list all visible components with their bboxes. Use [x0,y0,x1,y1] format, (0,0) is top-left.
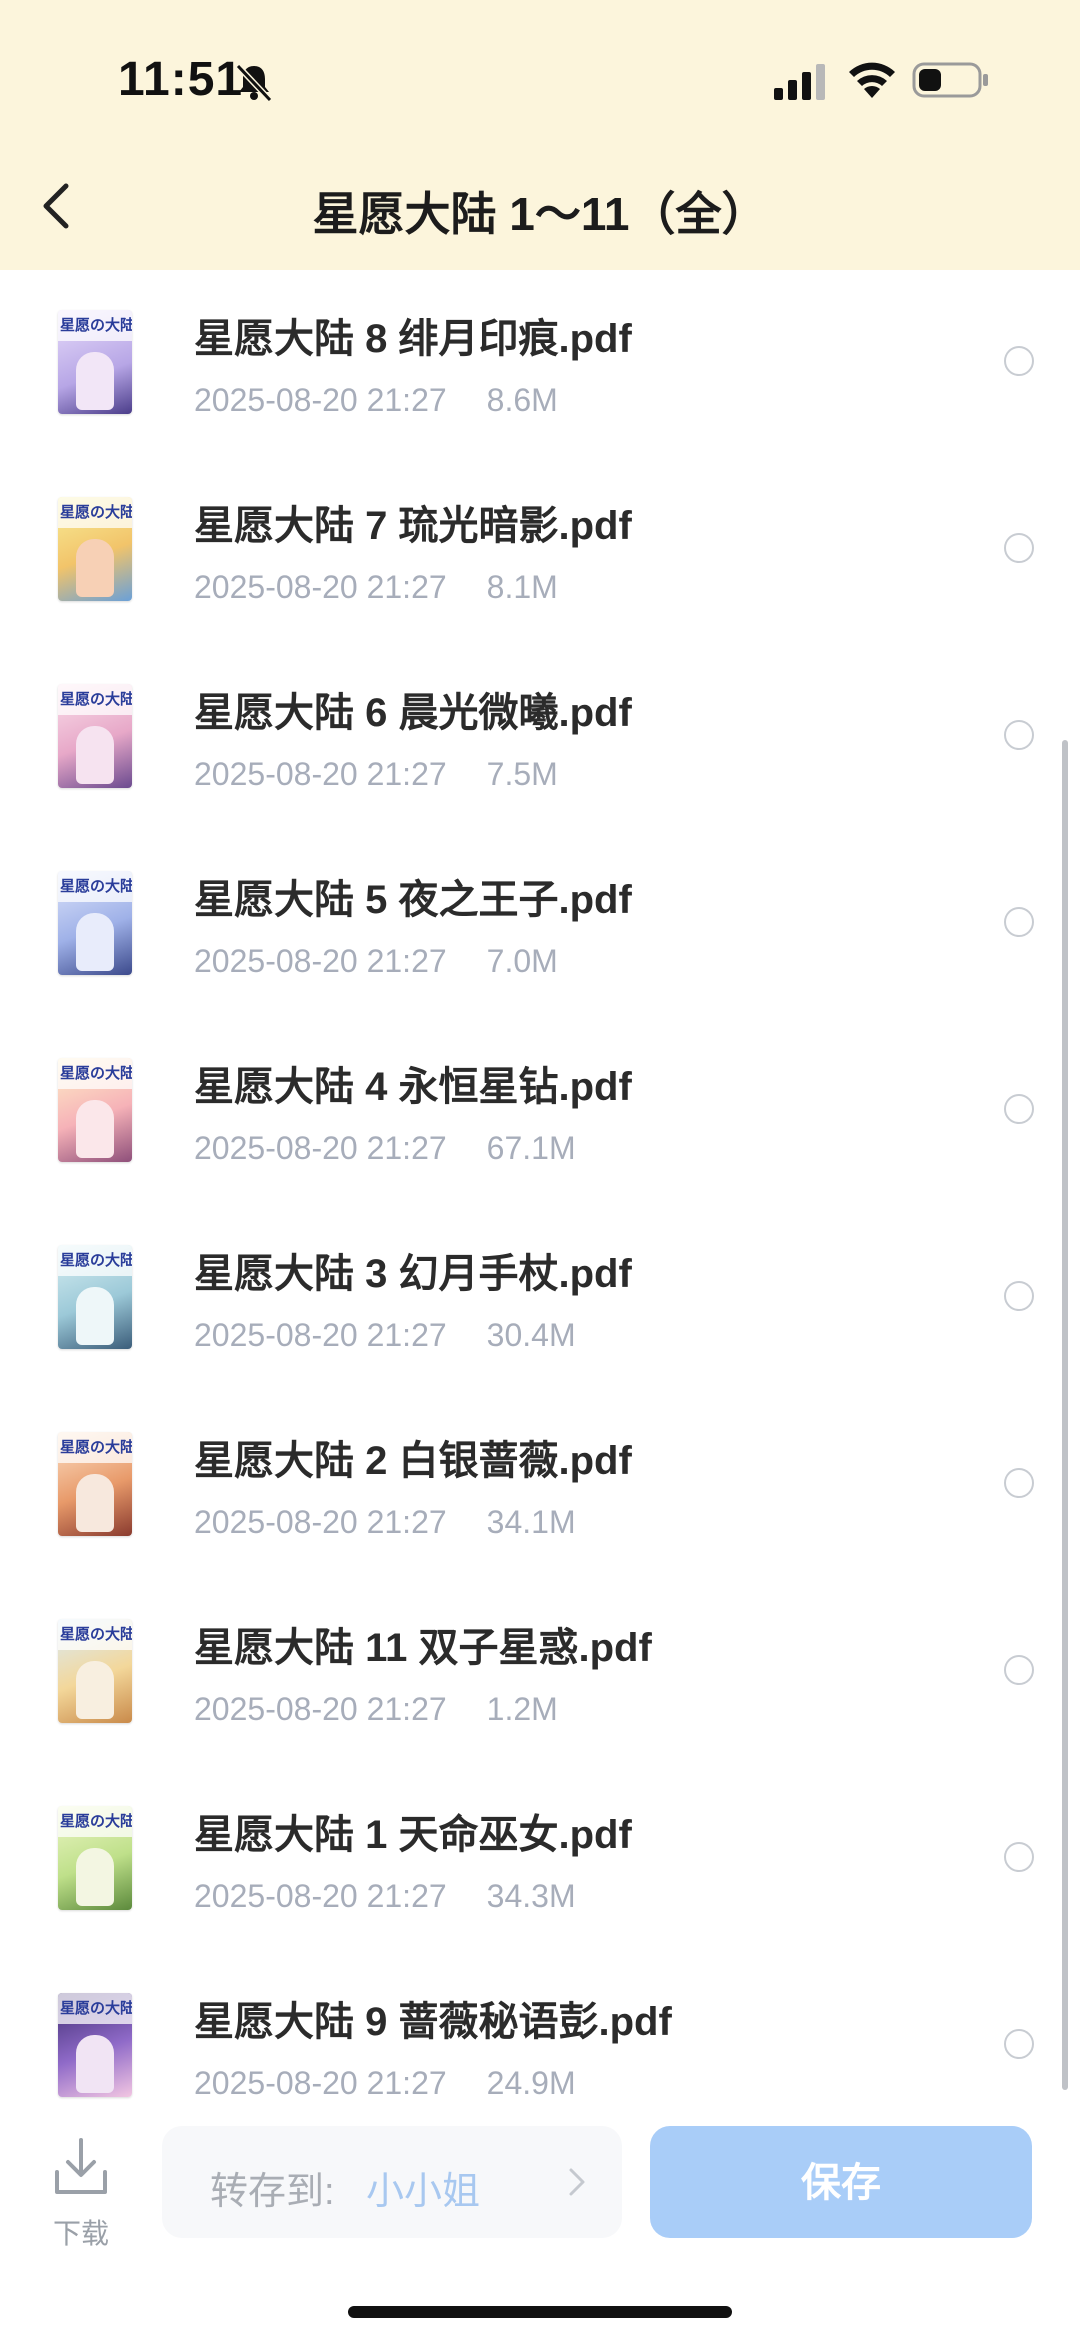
file-meta: 2025-08-20 21:27 7.5M [194,756,558,793]
list-item[interactable]: 星愿の大陆 星愿大陆 11 双子星惑.pdf 2025-08-20 21:27 1… [0,1579,1080,1766]
download-label: 下载 [52,2218,109,2249]
list-item[interactable]: 星愿の大陆 星愿大陆 5 夜之王子.pdf 2025-08-20 21:27 7.… [0,831,1080,1018]
select-radio[interactable] [1004,1094,1034,1124]
file-list[interactable]: 星愿の大陆 星愿大陆 8 绯月印痕.pdf 2025-08-20 21:27 8.… [0,270,1080,2102]
select-radio[interactable] [1004,1655,1034,1685]
download-icon [55,2138,107,2194]
pdf-thumbnail: 星愿の大陆 [58,1058,132,1162]
file-date: 2025-08-20 21:27 [194,569,447,605]
file-meta: 2025-08-20 21:27 34.3M [194,1878,576,1915]
file-size: 34.3M [486,1878,576,1914]
file-name: 星愿大陆 7 琉光暗影.pdf [194,504,632,548]
list-item[interactable]: 星愿の大陆 星愿大陆 7 琉光暗影.pdf 2025-08-20 21:27 8.… [0,457,1080,644]
file-date: 2025-08-20 21:27 [194,756,447,792]
file-name: 星愿大陆 11 双子星惑.pdf [194,1626,652,1670]
file-meta: 2025-08-20 21:27 67.1M [194,1130,576,1167]
save-to-label: 转存到: [210,2171,335,2213]
pdf-thumbnail: 星愿の大陆 [58,684,132,788]
select-radio[interactable] [1004,907,1034,937]
file-size: 7.5M [486,756,558,792]
save-to-selector[interactable]: 转存到: 小小姐 [162,2126,622,2238]
file-size: 34.1M [486,1504,576,1540]
file-date: 2025-08-20 21:27 [194,1317,447,1353]
list-item[interactable]: 星愿の大陆 星愿大陆 6 晨光微曦.pdf 2025-08-20 21:27 7.… [0,644,1080,831]
file-size: 8.1M [486,569,558,605]
select-radio[interactable] [1004,533,1034,563]
silent-bell-icon [235,63,273,103]
list-item[interactable]: 星愿の大陆 星愿大陆 9 蔷薇秘语彭.pdf 2025-08-20 21:27 2… [0,1953,1080,2102]
file-meta: 2025-08-20 21:27 8.1M [194,569,558,606]
list-item[interactable]: 星愿の大陆 星愿大陆 4 永恒星钻.pdf 2025-08-20 21:27 67… [0,1018,1080,1205]
file-size: 24.9M [486,2065,576,2101]
pdf-thumbnail: 星愿の大陆 [58,497,132,601]
file-size: 67.1M [486,1130,576,1166]
file-meta: 2025-08-20 21:27 7.0M [194,943,558,980]
file-name: 星愿大陆 8 绯月印痕.pdf [194,317,632,361]
pdf-thumbnail: 星愿の大陆 [58,1245,132,1349]
file-name: 星愿大陆 4 永恒星钻.pdf [194,1065,632,1109]
scrollbar[interactable] [1062,740,1068,2090]
file-date: 2025-08-20 21:27 [194,1504,447,1540]
file-date: 2025-08-20 21:27 [194,943,447,979]
pdf-thumbnail: 星愿の大陆 [58,1993,132,2097]
file-name: 星愿大陆 1 天命巫女.pdf [194,1813,632,1857]
select-radio[interactable] [1004,720,1034,750]
pdf-thumbnail: 星愿の大陆 [58,310,132,414]
file-name: 星愿大陆 6 晨光微曦.pdf [194,691,632,735]
save-button[interactable]: 保存 [650,2126,1032,2238]
top-header: 11:51 星愿大陆 1～11（全） [0,0,1080,270]
file-name: 星愿大陆 3 幻月手杖.pdf [194,1252,632,1296]
cellular-signal-icon [774,64,825,100]
file-meta: 2025-08-20 21:27 8.6M [194,382,558,419]
home-indicator[interactable] [348,2306,732,2318]
list-item[interactable]: 星愿の大陆 星愿大陆 8 绯月印痕.pdf 2025-08-20 21:27 8.… [0,270,1080,457]
pdf-thumbnail: 星愿の大陆 [58,1432,132,1536]
file-name: 星愿大陆 2 白银蔷薇.pdf [194,1439,632,1483]
file-date: 2025-08-20 21:27 [194,1130,447,1166]
file-meta: 2025-08-20 21:27 24.9M [194,2065,576,2102]
file-size: 30.4M [486,1317,576,1353]
chevron-right-icon [569,2168,585,2196]
file-name: 星愿大陆 9 蔷薇秘语彭.pdf [194,2000,672,2044]
file-date: 2025-08-20 21:27 [194,382,447,418]
list-item[interactable]: 星愿の大陆 星愿大陆 2 白银蔷薇.pdf 2025-08-20 21:27 34… [0,1392,1080,1579]
pdf-thumbnail: 星愿の大陆 [58,1806,132,1910]
battery-icon [912,62,988,98]
select-radio[interactable] [1004,346,1034,376]
file-meta: 2025-08-20 21:27 34.1M [194,1504,576,1541]
list-item[interactable]: 星愿の大陆 星愿大陆 1 天命巫女.pdf 2025-08-20 21:27 34… [0,1766,1080,1953]
select-radio[interactable] [1004,1842,1034,1872]
file-size: 8.6M [486,382,558,418]
wifi-icon [849,62,895,98]
list-item[interactable]: 星愿の大陆 星愿大陆 3 幻月手杖.pdf 2025-08-20 21:27 30… [0,1205,1080,1392]
file-meta: 2025-08-20 21:27 30.4M [194,1317,576,1354]
pdf-thumbnail: 星愿の大陆 [58,1619,132,1723]
select-radio[interactable] [1004,2029,1034,2059]
file-date: 2025-08-20 21:27 [194,1878,447,1914]
select-radio[interactable] [1004,1281,1034,1311]
file-size: 1.2M [486,1691,558,1727]
download-button[interactable]: 下载 [46,2136,116,2249]
page-title: 星愿大陆 1～11（全） [312,188,768,240]
file-date: 2025-08-20 21:27 [194,1691,447,1727]
file-size: 7.0M [486,943,558,979]
pdf-thumbnail: 星愿の大陆 [58,871,132,975]
file-meta: 2025-08-20 21:27 1.2M [194,1691,558,1728]
select-radio[interactable] [1004,1468,1034,1498]
file-date: 2025-08-20 21:27 [194,2065,447,2101]
save-to-folder: 小小姐 [366,2171,481,2213]
file-name: 星愿大陆 5 夜之王子.pdf [194,878,632,922]
status-time: 11:51 [118,53,244,106]
